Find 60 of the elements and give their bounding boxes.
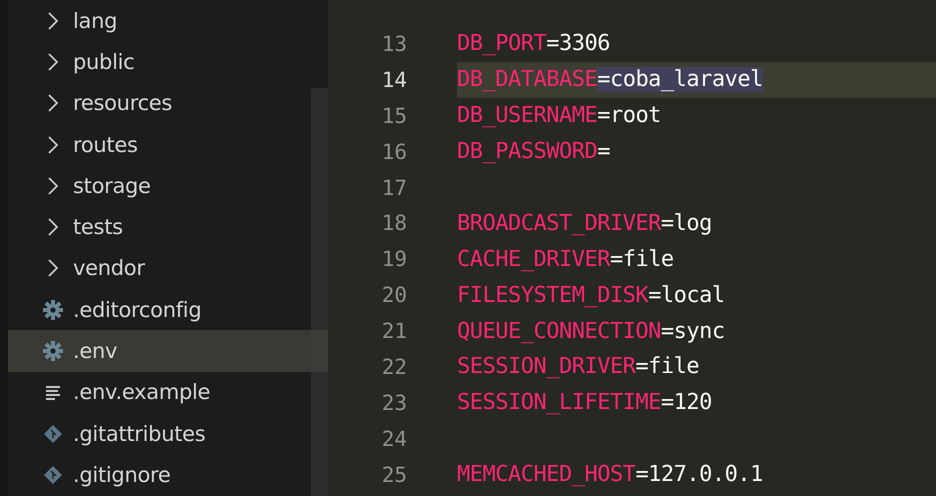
env-value: =sync: [660, 318, 725, 344]
line-number: 16: [380, 140, 407, 164]
env-key: DB_USERNAME: [457, 103, 598, 128]
tree-item[interactable]: lang: [8, 0, 328, 42]
env-value: =3306: [546, 31, 610, 56]
tree-item[interactable]: .gitattributes: [8, 412, 328, 454]
env-value: =log: [660, 210, 712, 236]
env-value: =: [597, 139, 610, 164]
gear-icon: [43, 341, 63, 362]
line-number: 22: [380, 354, 407, 379]
env-key: QUEUE_CONNECTION: [457, 318, 661, 344]
line-number: 25: [380, 462, 407, 487]
chevron-icon[interactable]: [47, 218, 59, 236]
tree-item[interactable]: .gitignore: [8, 454, 328, 496]
line-number: 15: [380, 104, 407, 128]
line-number: 23: [380, 390, 407, 415]
env-value: =file: [635, 354, 700, 380]
env-key: SESSION_DRIVER: [457, 354, 636, 380]
line-number: 17: [380, 176, 407, 200]
line-number: 13: [380, 32, 407, 56]
tree-item[interactable]: public: [8, 41, 328, 83]
line-number: 24: [380, 426, 407, 451]
line-number: 18: [380, 211, 407, 236]
tree-item[interactable]: .env: [8, 330, 328, 372]
scrollbar[interactable]: [311, 88, 328, 496]
env-key: CACHE_DRIVER: [457, 246, 610, 272]
chevron-icon[interactable]: [47, 136, 59, 154]
tree-item[interactable]: .env.example: [8, 372, 328, 413]
tree-item[interactable]: storage: [8, 165, 328, 206]
env-key: BROADCAST_DRIVER: [457, 210, 661, 236]
tree-item[interactable]: .editorconfig: [8, 289, 328, 330]
chevron-icon[interactable]: [47, 52, 59, 71]
env-key: SESSION_LIFETIME: [457, 390, 661, 416]
env-key: MEMCACHED_HOST: [457, 462, 636, 488]
line-number: 19: [380, 247, 407, 272]
line-number: 14: [380, 68, 407, 92]
env-value: =file: [610, 246, 674, 272]
env-value: =local: [648, 282, 725, 308]
chevron-icon[interactable]: [47, 259, 59, 278]
tree-item[interactable]: routes: [8, 124, 328, 166]
tree-item[interactable]: resources: [8, 82, 328, 124]
line-number: 20: [380, 283, 407, 308]
env-value: =127.0.0.1: [635, 462, 763, 488]
env-key: DB_DATABASE: [457, 67, 598, 92]
env-value: =120: [660, 390, 712, 416]
env-key: DB_PASSWORD: [457, 139, 598, 164]
chevron-icon[interactable]: [47, 94, 59, 112]
env-value: =root: [597, 103, 661, 128]
tree-item[interactable]: vendor: [8, 248, 328, 290]
chevron-icon[interactable]: [47, 176, 59, 195]
diamond-icon: [43, 424, 63, 444]
env-key: DB_PORT: [457, 31, 546, 56]
line-number: 21: [380, 319, 407, 344]
env-key: FILESYSTEM_DISK: [457, 282, 648, 308]
lines-icon: [45, 384, 61, 400]
selected-text: =coba_laravel: [597, 67, 763, 92]
gear-icon: [43, 300, 63, 320]
chevron-icon[interactable]: [47, 12, 59, 30]
tree-item[interactable]: tests: [8, 206, 328, 248]
diamond-icon: [43, 464, 63, 485]
